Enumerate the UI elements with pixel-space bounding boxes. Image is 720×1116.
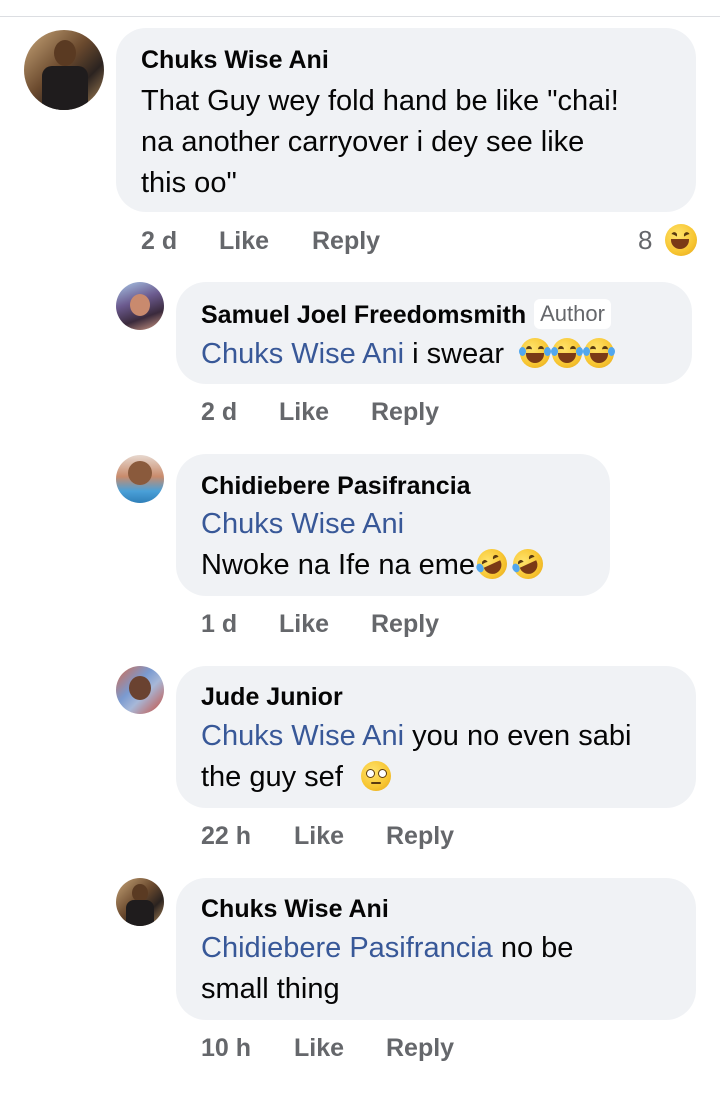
reply-button[interactable]: Reply [312,227,380,256]
comment-text-span: the guy sef [201,761,351,793]
comment-actions: 22 h Like Reply [201,822,601,852]
reply-button[interactable]: Reply [371,610,439,639]
comment-actions: 2 d Like Reply [201,398,601,428]
avatar[interactable] [116,666,164,714]
comment-actions: 2 d Like Reply [141,227,681,257]
comment-text: Chuks Wise Ani you no even sabi the guy … [201,716,631,798]
comment-text: Chidiebere Pasifrancia no be small thing [201,928,573,1010]
comment-text: Chuks Wise Ani i swear [201,334,616,375]
comment-text-line: That Guy wey fold hand be like "chai! [141,85,619,117]
reply-button[interactable]: Reply [386,1034,454,1063]
comment-bubble: Chidiebere Pasifrancia Chuks Wise Ani Nw… [176,454,610,596]
author-name[interactable]: Samuel Joel Freedomsmith [201,301,526,329]
comment-bubble: Chuks Wise Ani Chidiebere Pasifrancia no… [176,878,696,1020]
joy-emoji-icon [583,338,616,368]
avatar[interactable] [24,30,104,110]
laughing-emoji-icon[interactable] [665,224,697,256]
comment-text-line: na another carryover i dey see like [141,126,585,158]
reaction-count[interactable]: 8 [638,225,652,256]
like-button[interactable]: Like [219,227,269,256]
like-button[interactable]: Like [294,1034,344,1063]
comment-time[interactable]: 1 d [201,610,237,639]
eye-roll-emoji-icon [360,761,391,791]
divider-line [0,16,720,17]
comment-text-span: Nwoke na Ife na eme [201,549,476,581]
comment-author[interactable]: Jude Junior [201,683,343,712]
comment-author[interactable]: Chuks Wise Ani [201,895,389,924]
reply-button[interactable]: Reply [371,398,439,427]
mention-link[interactable]: Chidiebere Pasifrancia [201,932,493,964]
comment-bubble: Samuel Joel Freedomsmith Author Chuks Wis… [176,282,692,384]
comment-author[interactable]: Samuel Joel Freedomsmith Author [201,299,611,330]
comment-time[interactable]: 22 h [201,822,251,851]
comment-actions: 10 h Like Reply [201,1034,601,1064]
comment-bubble: Jude Junior Chuks Wise Ani you no even s… [176,666,696,808]
reply-button[interactable]: Reply [386,822,454,851]
like-button[interactable]: Like [294,822,344,851]
mention-link[interactable]: Chuks Wise Ani [201,504,543,545]
like-button[interactable]: Like [279,398,329,427]
comment-text: That Guy wey fold hand be like "chai! na… [141,81,681,204]
mention-link[interactable]: Chuks Wise Ani [201,338,404,370]
comment-author[interactable]: Chidiebere Pasifrancia [201,472,471,501]
comment-text-span: you no even sabi [404,720,632,752]
comment-actions: 1 d Like Reply [201,610,601,640]
author-badge: Author [534,299,611,329]
comment-bubble: Chuks Wise Ani That Guy wey fold hand be… [116,28,696,212]
avatar[interactable] [116,455,164,503]
comment-time[interactable]: 2 d [141,227,177,256]
comment-text-line: small thing [201,973,340,1005]
mention-link[interactable]: Chuks Wise Ani [201,720,404,752]
rofl-emoji-icon [472,544,512,584]
comment-text-line: this oo" [141,167,237,199]
comment-time[interactable]: 2 d [201,398,237,427]
comment-text-span: i swear [404,338,504,370]
comment-author[interactable]: Chuks Wise Ani [141,46,329,75]
joy-emoji-icon [551,338,584,368]
comment-time[interactable]: 10 h [201,1034,251,1063]
comment-text: Chuks Wise Ani Nwoke na Ife na eme [201,504,548,586]
avatar[interactable] [116,878,164,926]
avatar[interactable] [116,282,164,330]
rofl-emoji-icon [508,544,548,584]
like-button[interactable]: Like [279,610,329,639]
comment-text-span: no be [492,932,574,964]
joy-emoji-icon [519,338,552,368]
